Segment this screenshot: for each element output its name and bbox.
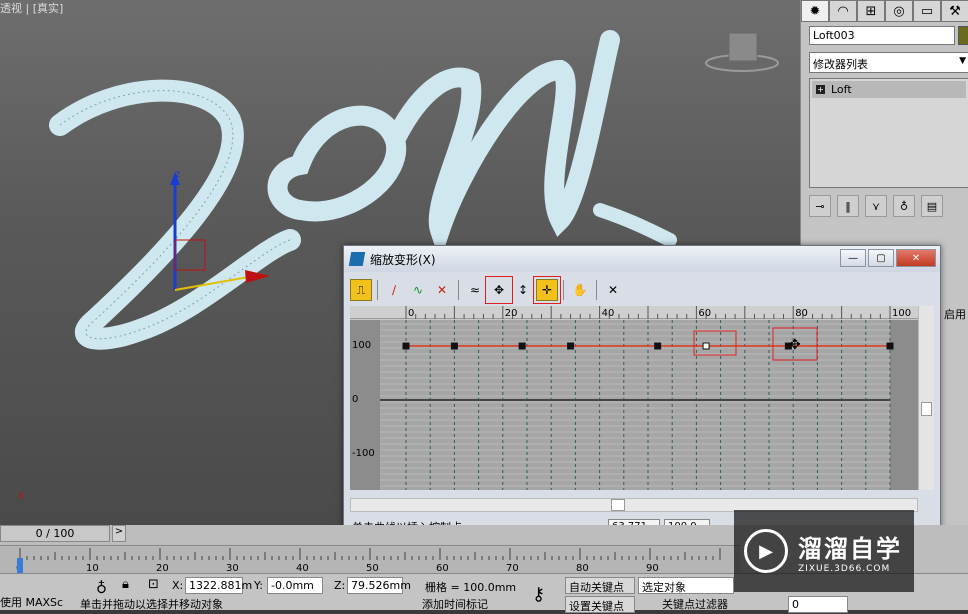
vertical-scrollbar[interactable] (918, 306, 934, 490)
x-coordinate-field[interactable]: 1322.881m (185, 577, 252, 594)
dialog-titlebar[interactable]: 缩放变形(X) — ▢ ✕ (344, 246, 940, 272)
time-cursor (17, 558, 23, 574)
chevron-down-icon: ▼ (959, 56, 966, 66)
modifier-stack: + Loft (809, 78, 968, 188)
command-panel-tabs: ✹ ◠ ⊞ ◎ ▭ ⚒ (801, 0, 968, 22)
auto-key-button[interactable]: 自动关键点 (565, 577, 635, 594)
vscroll-thumb[interactable] (921, 402, 932, 416)
axis-x-label: x (18, 490, 24, 501)
object-color-swatch[interactable] (958, 26, 968, 45)
y-axis-label: 100 (352, 340, 372, 351)
control-point (886, 342, 894, 350)
next-frame-arrow[interactable]: > (112, 525, 126, 542)
create-tab-icon[interactable]: ✹ (801, 0, 829, 22)
ruler: 0 20 40 60 80 100 (350, 306, 930, 319)
control-point (702, 342, 710, 350)
x-label: X: (172, 579, 184, 592)
viewcube (705, 32, 779, 72)
scale-control-point-icon[interactable]: ↕ (512, 279, 534, 301)
deformation-graph[interactable]: ✥ 0 20 40 60 80 100 100 0 -100 (350, 306, 930, 490)
z-label: Z: (334, 579, 346, 592)
object-name-field[interactable]: Loft003 (809, 26, 955, 45)
ruler-tick-label: 20 (505, 308, 518, 319)
track-bar[interactable]: 0102030405060708090 (0, 545, 740, 574)
y-axis-label: 0 (352, 394, 359, 405)
motion-tab-icon[interactable]: ◎ (885, 0, 913, 22)
y-label: Y: (254, 579, 263, 592)
stack-buttons: ⊸ ‖ ⋎ ♁ ▤ (809, 193, 968, 219)
key-icon[interactable]: ⚷ (532, 584, 545, 605)
control-point (567, 342, 575, 350)
app-logo-icon (348, 252, 366, 266)
enable-label: 启用 (944, 308, 966, 321)
axis-z-label: z (175, 169, 180, 180)
close-button[interactable]: ✕ (896, 249, 936, 267)
configure-modifier-sets-icon[interactable]: ▤ (921, 195, 943, 217)
ruler-tick-label: 0 (408, 308, 414, 319)
lock-icon[interactable]: 🔒︎ (122, 577, 129, 592)
control-point (450, 342, 458, 350)
move-control-point-icon[interactable]: ✥ (485, 276, 513, 304)
reset-curve-icon[interactable]: ✕ (602, 279, 624, 301)
absolute-mode-icon[interactable]: ⊡ (148, 577, 159, 592)
modify-tab-icon[interactable]: ◠ (829, 0, 857, 22)
display-y-icon[interactable]: ∿ (407, 279, 429, 301)
control-point (518, 342, 526, 350)
utilities-tab-icon[interactable]: ⚒ (941, 0, 968, 22)
control-point (402, 342, 410, 350)
make-unique-icon[interactable]: ⋎ (865, 195, 887, 217)
watermark-url: ZIXUE.3D66.COM (798, 563, 891, 574)
ruler-tick-label: 60 (698, 308, 711, 319)
display-xy-icon[interactable]: ✕ (431, 279, 453, 301)
ruler-tick-label: 100 (892, 308, 911, 319)
isolate-selection-icon[interactable]: ♁ (96, 579, 107, 597)
maxscript-listener[interactable]: 使用 MAXSc (0, 594, 63, 610)
remove-modifier-icon[interactable]: ♁ (893, 195, 915, 217)
display-x-icon[interactable]: ∕ (383, 279, 405, 301)
hscroll-thumb[interactable] (611, 499, 625, 511)
y-axis-label: -100 (352, 448, 375, 459)
ruler-tick-label: 40 (602, 308, 615, 319)
expand-icon[interactable]: + (816, 85, 825, 94)
selected-set-dropdown[interactable]: 选定对象 (638, 577, 734, 594)
watermark: ▶ 溜溜自学 ZIXUE.3D66.COM (734, 510, 914, 592)
swap-curves-icon[interactable]: ≈ (464, 279, 486, 301)
play-logo-icon: ▶ (744, 529, 788, 573)
pin-stack-icon[interactable]: ⊸ (809, 195, 831, 217)
control-point (654, 342, 662, 350)
show-end-result-icon[interactable]: ‖ (837, 195, 859, 217)
dialog-title: 缩放变形(X) (370, 252, 436, 267)
current-frame-field[interactable]: 0 (788, 596, 848, 613)
hierarchy-tab-icon[interactable]: ⊞ (857, 0, 885, 22)
ruler-tick-label: 80 (795, 308, 808, 319)
scale-deformation-dialog: 缩放变形(X) — ▢ ✕ ⎍ ∕ ∿ ✕ ≈ ✥ ↕ ✛ ✋ ✕ ✥ 0 20… (343, 245, 941, 543)
stack-item-loft[interactable]: + Loft (812, 81, 966, 98)
insert-corner-point-icon[interactable]: ✛ (533, 276, 561, 304)
stack-item-label: Loft (831, 83, 852, 96)
grid-size: 栅格 = 100.0mm (425, 581, 517, 594)
deformation-toolbar: ⎍ ∕ ∿ ✕ ≈ ✥ ↕ ✛ ✋ ✕ (350, 276, 934, 304)
delete-control-point-icon[interactable]: ✋ (569, 279, 591, 301)
watermark-title: 溜溜自学 (798, 534, 902, 563)
cursor-icon: ✥ (789, 337, 801, 353)
modifier-list-label: 修改器列表 (813, 58, 868, 71)
make-symmetrical-icon[interactable]: ⎍ (350, 279, 372, 301)
maximize-button[interactable]: ▢ (868, 249, 894, 267)
display-tab-icon[interactable]: ▭ (913, 0, 941, 22)
z-coordinate-field[interactable]: 79.526mm (347, 577, 411, 594)
set-key-button[interactable]: 设置关键点 (565, 596, 635, 613)
minimize-button[interactable]: — (840, 249, 866, 267)
time-slider[interactable]: 0 / 100 (0, 525, 110, 542)
y-coordinate-field[interactable]: -0.0mm (267, 577, 323, 594)
modifier-list-dropdown[interactable]: 修改器列表 ▼ (809, 52, 968, 73)
